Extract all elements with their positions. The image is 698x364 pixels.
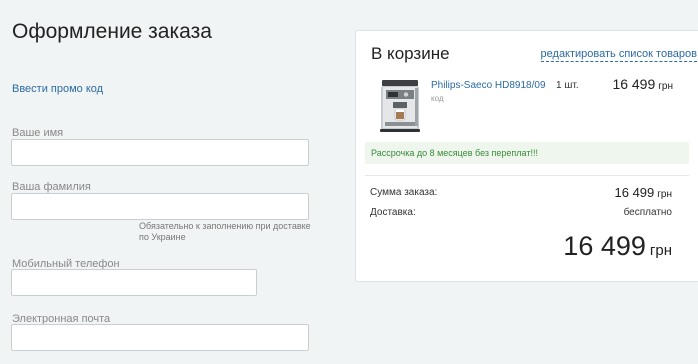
cart-panel: В корзине редактировать список товаров P… (355, 30, 698, 282)
order-sum: 16 499 грн (615, 185, 673, 200)
product-price-currency: грн (658, 81, 673, 92)
promo-code-link[interactable]: Ввести промо код (12, 83, 103, 95)
installment-banner: Рассрочка до 8 месяцев без переплат!!! (365, 142, 689, 164)
delivery-label: Доставка: (370, 207, 416, 218)
last-name-field[interactable] (11, 193, 309, 220)
cart-title: В корзине (371, 44, 450, 63)
order-total: 16 499 грн (563, 231, 672, 262)
product-price-value: 16 499 (612, 76, 656, 92)
phone-field[interactable] (11, 269, 257, 296)
product-quantity: 1 шт. (556, 80, 579, 91)
edit-cart-link[interactable]: редактировать список товаров (540, 48, 697, 62)
order-sum-currency: грн (657, 189, 672, 200)
order-sum-value: 16 499 (614, 185, 655, 200)
email-field[interactable] (11, 324, 309, 351)
last-name-label: Ваша фамилия (12, 181, 91, 193)
order-total-value: 16 499 (563, 231, 646, 261)
first-name-label: Ваше имя (12, 127, 64, 139)
page-title: Оформление заказа (12, 20, 212, 43)
product-code-label: код (431, 94, 444, 103)
last-name-hint: Обязательно к заполнению при доставке по… (139, 221, 311, 242)
first-name-field[interactable] (11, 139, 309, 166)
order-sum-label: Сумма заказа: (370, 187, 438, 198)
order-total-currency: грн (649, 242, 672, 259)
product-price: 16 499 грн (612, 76, 673, 92)
delivery-value: бесплатно (623, 207, 672, 218)
coffee-machine-icon[interactable] (376, 78, 424, 134)
product-name-link[interactable]: Philips-Saeco HD8918/09 (431, 80, 546, 91)
cart-divider (365, 175, 689, 176)
